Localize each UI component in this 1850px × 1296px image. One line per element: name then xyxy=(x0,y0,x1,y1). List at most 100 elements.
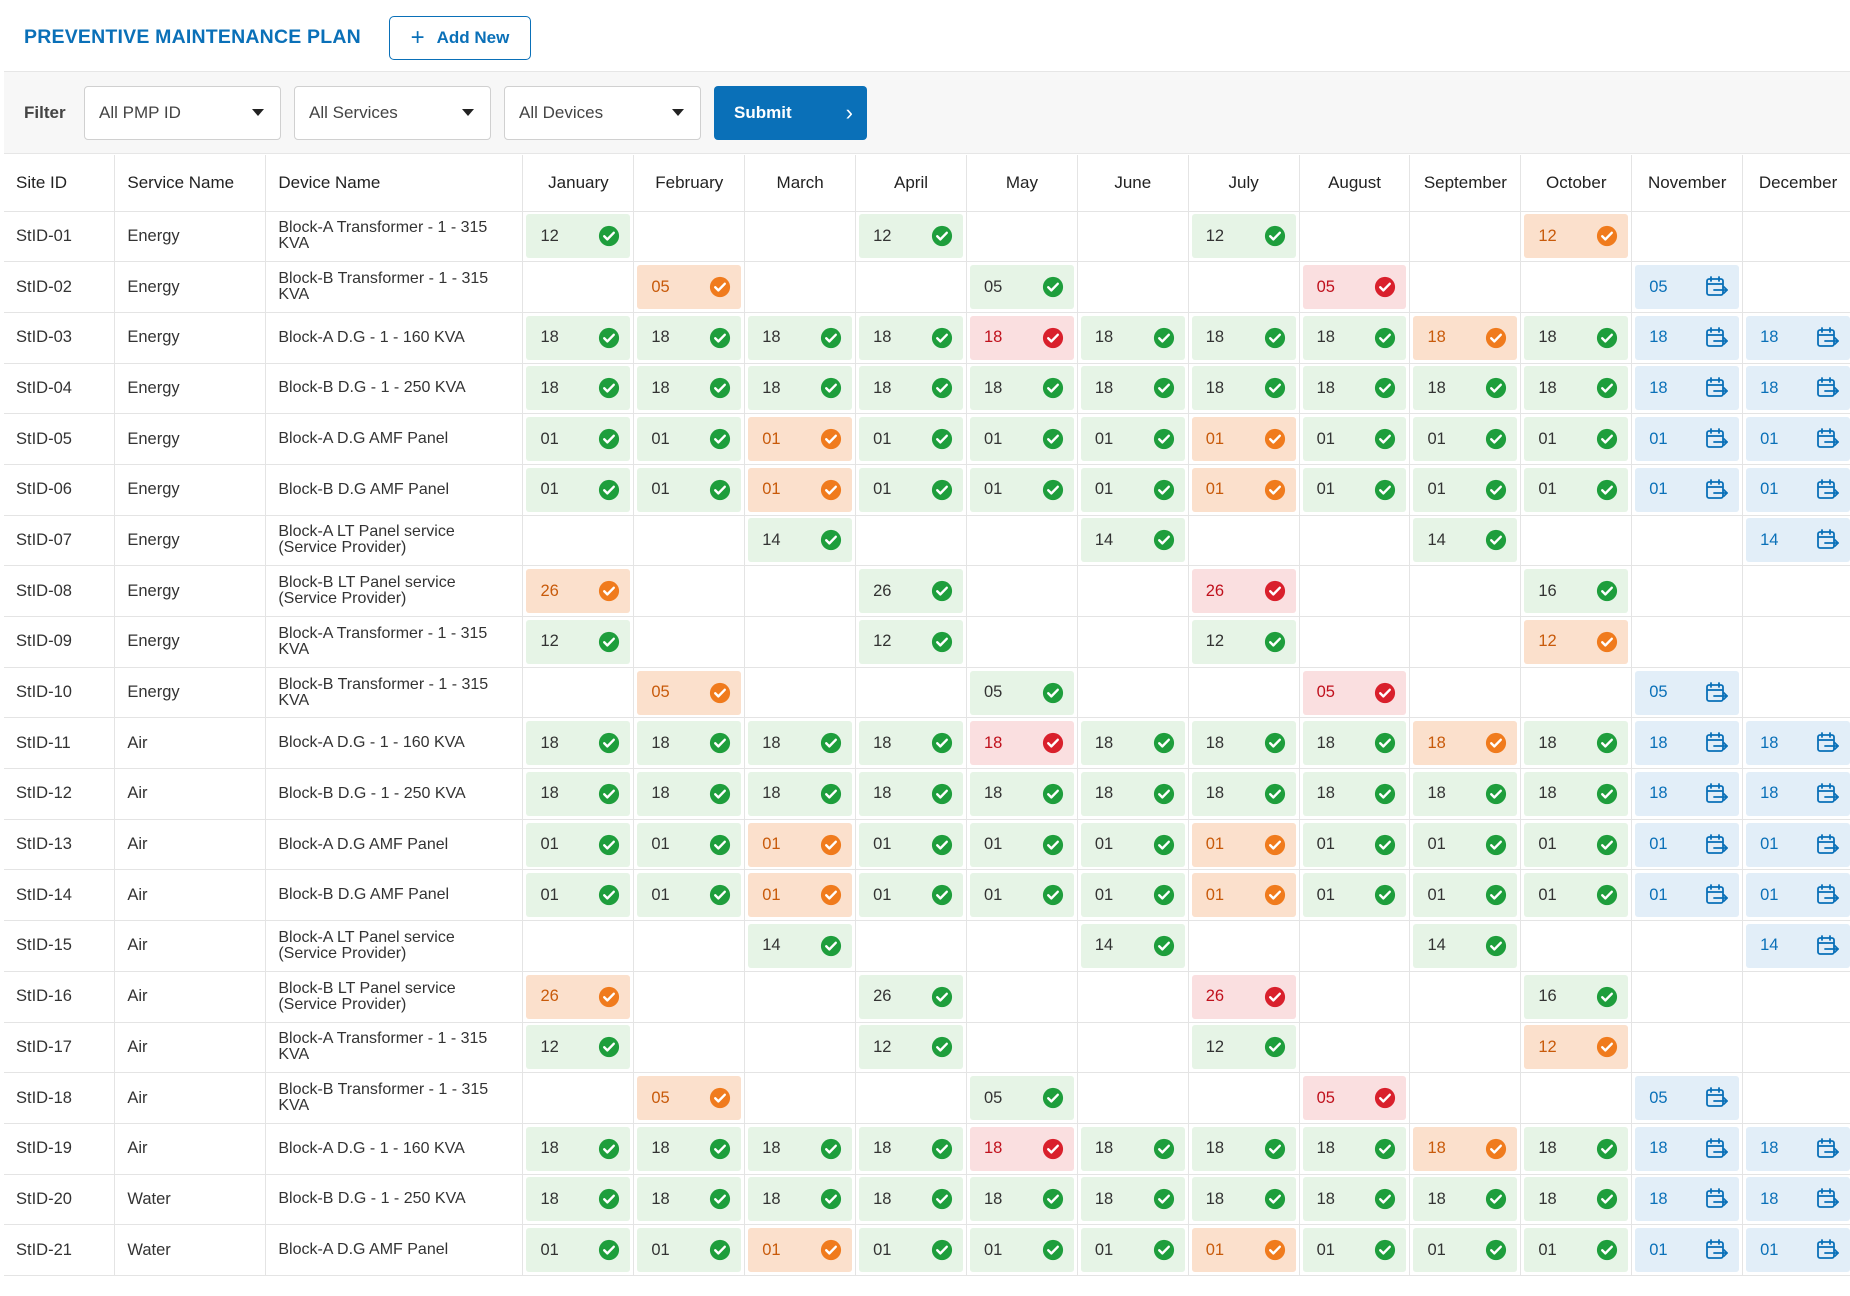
schedule-entry-green[interactable]: 14 xyxy=(748,923,853,968)
column-header-november[interactable]: November xyxy=(1631,155,1744,212)
submit-button[interactable]: Submit › xyxy=(714,85,867,140)
schedule-entry-green[interactable]: 14 xyxy=(1413,923,1518,968)
calendar-arrow-icon[interactable] xyxy=(1705,478,1729,502)
schedule-entry-green[interactable]: 01 xyxy=(1080,873,1185,918)
schedule-entry-green[interactable]: 01 xyxy=(969,467,1074,512)
schedule-entry-orange[interactable]: 01 xyxy=(1191,873,1296,918)
schedule-entry-red[interactable]: 26 xyxy=(1191,569,1296,614)
schedule-entry-green[interactable]: 18 xyxy=(1191,366,1296,411)
schedule-entry-red[interactable]: 05 xyxy=(1302,265,1407,310)
schedule-entry-blue[interactable]: 01 xyxy=(1635,467,1740,512)
schedule-entry-orange[interactable]: 01 xyxy=(1191,1228,1296,1273)
schedule-entry-green[interactable]: 12 xyxy=(526,619,631,664)
schedule-entry-green[interactable]: 18 xyxy=(859,315,963,360)
schedule-entry-green[interactable]: 01 xyxy=(1080,417,1185,462)
calendar-arrow-icon[interactable] xyxy=(1816,528,1840,552)
schedule-entry-green[interactable]: 18 xyxy=(1302,721,1407,766)
schedule-entry-blue[interactable]: 05 xyxy=(1635,670,1740,715)
calendar-arrow-icon[interactable] xyxy=(1705,326,1729,350)
schedule-entry-green[interactable]: 01 xyxy=(637,467,742,512)
schedule-entry-green[interactable]: 16 xyxy=(1524,569,1629,614)
schedule-entry-orange[interactable]: 01 xyxy=(1191,417,1296,462)
calendar-arrow-icon[interactable] xyxy=(1705,883,1729,907)
schedule-entry-orange[interactable]: 18 xyxy=(1413,1126,1518,1171)
schedule-entry-green[interactable]: 18 xyxy=(969,1177,1074,1222)
schedule-entry-green[interactable]: 01 xyxy=(859,467,963,512)
schedule-entry-blue[interactable]: 01 xyxy=(1635,822,1740,867)
schedule-entry-blue[interactable]: 01 xyxy=(1635,1228,1740,1273)
schedule-entry-blue[interactable]: 01 xyxy=(1746,417,1850,462)
schedule-entry-green[interactable]: 01 xyxy=(1302,1228,1407,1273)
calendar-arrow-icon[interactable] xyxy=(1816,1137,1840,1161)
schedule-entry-green[interactable]: 12 xyxy=(526,1025,631,1070)
schedule-entry-blue[interactable]: 01 xyxy=(1746,822,1850,867)
schedule-entry-orange[interactable]: 05 xyxy=(637,670,742,715)
schedule-entry-green[interactable]: 01 xyxy=(1080,467,1185,512)
schedule-entry-green[interactable]: 01 xyxy=(969,1228,1074,1273)
schedule-entry-orange[interactable]: 01 xyxy=(748,1228,853,1273)
schedule-entry-orange[interactable]: 12 xyxy=(1524,619,1629,664)
column-header-september[interactable]: September xyxy=(1409,155,1522,212)
schedule-entry-green[interactable]: 18 xyxy=(1191,771,1296,816)
schedule-entry-green[interactable]: 18 xyxy=(1524,366,1629,411)
column-header-march[interactable]: March xyxy=(744,155,857,212)
schedule-entry-green[interactable]: 18 xyxy=(969,366,1074,411)
schedule-entry-green[interactable]: 18 xyxy=(637,1177,742,1222)
column-header-july[interactable]: July xyxy=(1188,155,1300,212)
schedule-entry-green[interactable]: 18 xyxy=(637,315,742,360)
schedule-entry-orange[interactable]: 05 xyxy=(637,1076,742,1121)
schedule-entry-green[interactable]: 18 xyxy=(1080,315,1185,360)
schedule-entry-green[interactable]: 18 xyxy=(526,366,631,411)
calendar-arrow-icon[interactable] xyxy=(1705,1238,1729,1262)
schedule-entry-green[interactable]: 01 xyxy=(1413,417,1518,462)
schedule-entry-green[interactable]: 01 xyxy=(1524,873,1629,918)
schedule-entry-green[interactable]: 18 xyxy=(748,366,853,411)
calendar-arrow-icon[interactable] xyxy=(1705,427,1729,451)
schedule-entry-green[interactable]: 01 xyxy=(1413,873,1518,918)
schedule-entry-green[interactable]: 01 xyxy=(859,417,963,462)
schedule-entry-blue[interactable]: 18 xyxy=(1746,366,1850,411)
add-new-button[interactable]: + Add New xyxy=(388,15,531,60)
schedule-entry-green[interactable]: 01 xyxy=(1302,417,1407,462)
schedule-entry-green[interactable]: 18 xyxy=(1524,315,1629,360)
schedule-entry-green[interactable]: 01 xyxy=(969,873,1074,918)
schedule-entry-green[interactable]: 14 xyxy=(748,518,853,563)
schedule-entry-green[interactable]: 01 xyxy=(637,1228,742,1273)
schedule-entry-blue[interactable]: 01 xyxy=(1746,467,1850,512)
schedule-entry-green[interactable]: 18 xyxy=(859,721,963,766)
column-header-december[interactable]: December xyxy=(1742,155,1850,212)
calendar-arrow-icon[interactable] xyxy=(1705,1086,1729,1110)
schedule-entry-red[interactable]: 18 xyxy=(969,315,1074,360)
schedule-entry-green[interactable]: 01 xyxy=(1302,873,1407,918)
schedule-entry-red[interactable]: 26 xyxy=(1191,974,1296,1019)
schedule-entry-green[interactable]: 01 xyxy=(526,467,631,512)
schedule-entry-green[interactable]: 18 xyxy=(1524,1177,1629,1222)
calendar-arrow-icon[interactable] xyxy=(1816,376,1840,400)
schedule-entry-green[interactable]: 05 xyxy=(969,1076,1074,1121)
schedule-entry-green[interactable]: 01 xyxy=(1524,417,1629,462)
schedule-entry-green[interactable]: 18 xyxy=(748,771,853,816)
schedule-entry-orange[interactable]: 01 xyxy=(748,417,853,462)
schedule-entry-green[interactable]: 18 xyxy=(637,721,742,766)
schedule-entry-green[interactable]: 16 xyxy=(1524,974,1629,1019)
schedule-entry-blue[interactable]: 18 xyxy=(1635,1126,1740,1171)
schedule-entry-green[interactable]: 01 xyxy=(526,873,631,918)
schedule-entry-green[interactable]: 18 xyxy=(1191,1177,1296,1222)
schedule-entry-green[interactable]: 18 xyxy=(1191,1126,1296,1171)
maintenance-table-wrapper[interactable]: Site ID Service Name Device Name January… xyxy=(4,155,1850,1296)
schedule-entry-green[interactable]: 01 xyxy=(1302,467,1407,512)
schedule-entry-green[interactable]: 18 xyxy=(1191,315,1296,360)
schedule-entry-blue[interactable]: 18 xyxy=(1746,721,1850,766)
schedule-entry-green[interactable]: 18 xyxy=(1302,771,1407,816)
schedule-entry-green[interactable]: 26 xyxy=(859,974,963,1019)
schedule-entry-blue[interactable]: 18 xyxy=(1746,1126,1850,1171)
schedule-entry-green[interactable]: 14 xyxy=(1080,518,1185,563)
calendar-arrow-icon[interactable] xyxy=(1705,1137,1729,1161)
schedule-entry-blue[interactable]: 01 xyxy=(1746,1228,1850,1273)
schedule-entry-green[interactable]: 18 xyxy=(526,771,631,816)
schedule-entry-blue[interactable]: 18 xyxy=(1746,1177,1850,1222)
schedule-entry-orange[interactable]: 12 xyxy=(1524,214,1629,259)
column-header-february[interactable]: February xyxy=(633,155,746,212)
schedule-entry-green[interactable]: 12 xyxy=(526,214,631,259)
schedule-entry-green[interactable]: 18 xyxy=(748,1177,853,1222)
